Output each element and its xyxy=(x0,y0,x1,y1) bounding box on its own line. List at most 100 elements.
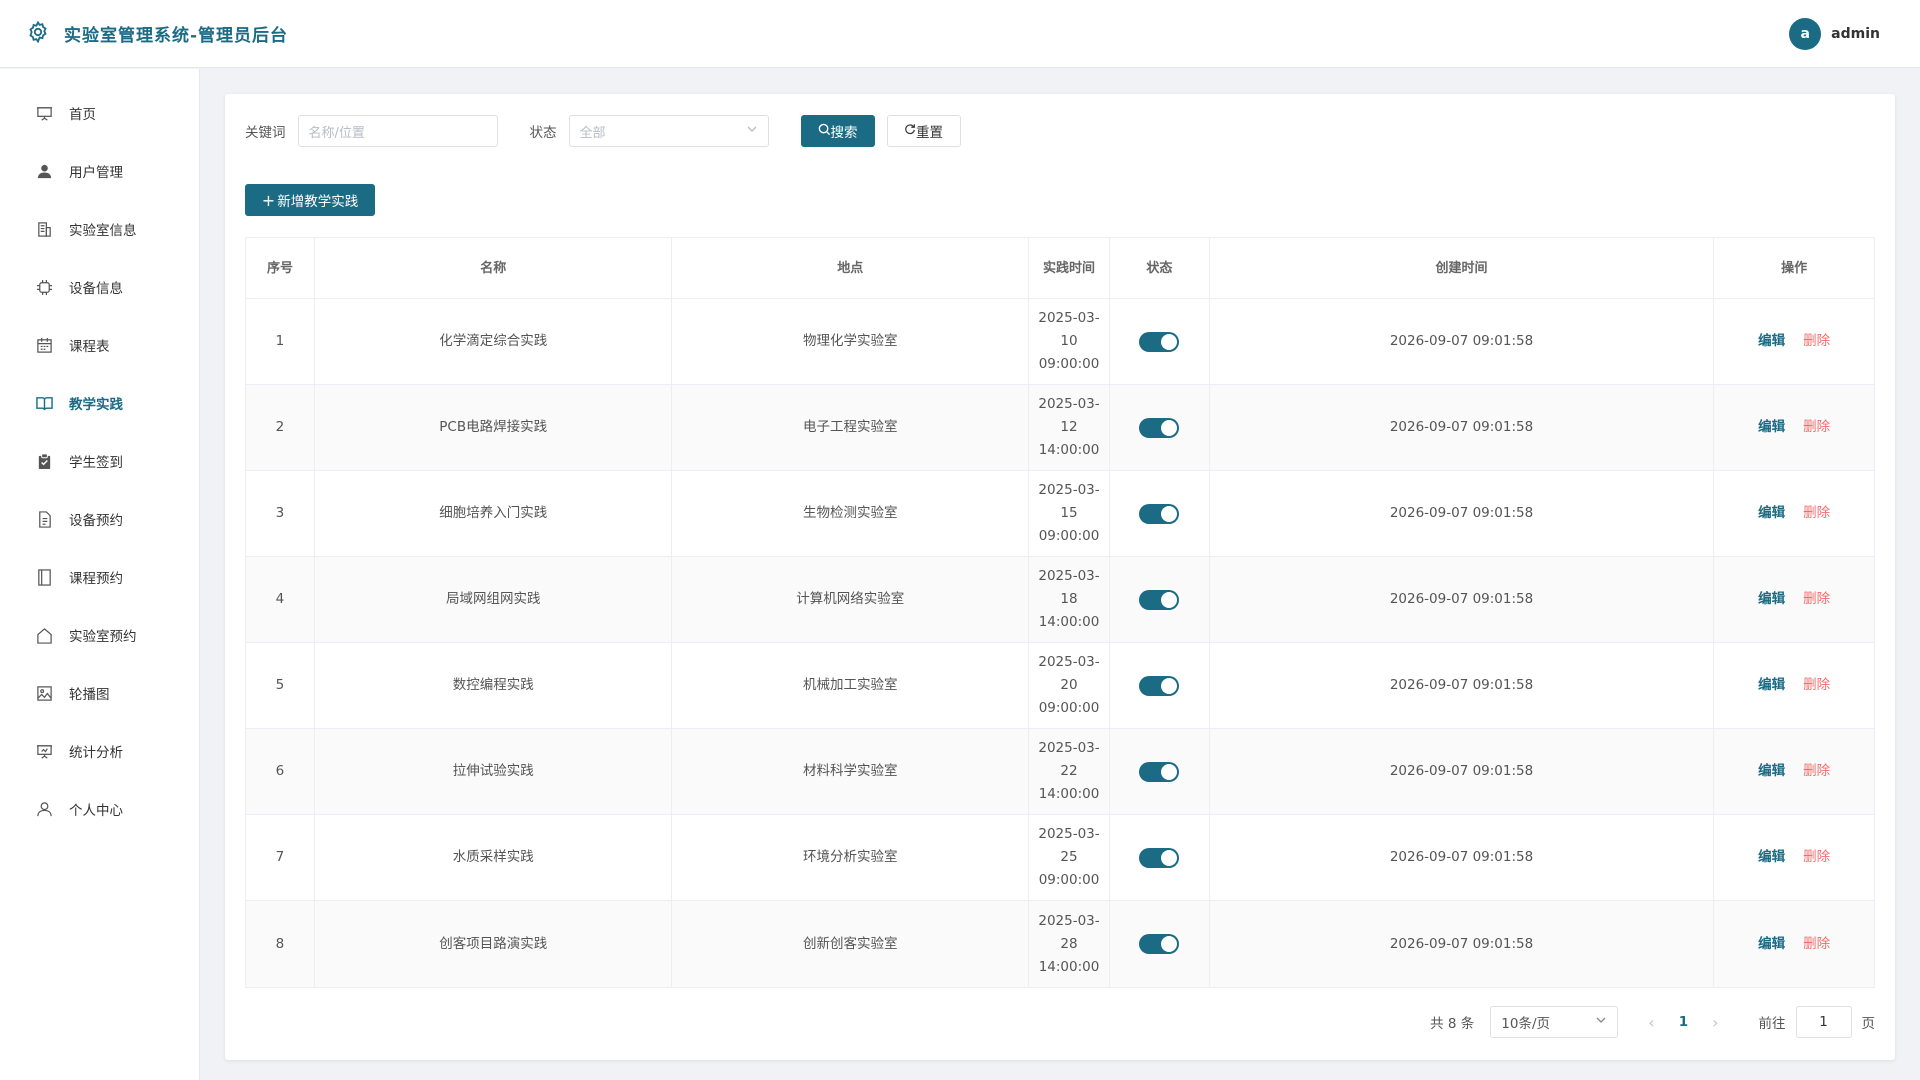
sidebar-item-carousel[interactable]: 轮播图 xyxy=(0,673,199,713)
sidebar-item-course-booking[interactable]: 课程预约 xyxy=(0,557,199,597)
column-header-status[interactable]: 状态 xyxy=(1110,238,1210,298)
row-actions: 编辑 删除 xyxy=(1714,471,1874,556)
row-time: 2025-03-10 09:00:00 xyxy=(1029,299,1110,384)
column-header-time[interactable]: 实践时间 xyxy=(1029,238,1110,298)
delete-link[interactable]: 删除 xyxy=(1803,933,1830,956)
table-row: 6 拉伸试验实践 材料科学实验室 2025-03-22 14:00:00 202… xyxy=(246,729,1874,815)
row-index: 4 xyxy=(246,557,315,642)
row-index: 8 xyxy=(246,901,315,987)
keyword-label: 关键词 xyxy=(245,125,286,141)
edit-link[interactable]: 编辑 xyxy=(1758,588,1785,611)
user-menu[interactable]: a admin xyxy=(1789,18,1880,50)
delete-link[interactable]: 删除 xyxy=(1803,588,1830,611)
page-size-select[interactable]: 10条/页 xyxy=(1490,1006,1619,1038)
sidebar-item-device-booking[interactable]: 设备预约 xyxy=(0,499,199,539)
sidebar-item-lab-info[interactable]: 实验室信息 xyxy=(0,209,199,249)
row-place: 机械加工实验室 xyxy=(672,643,1030,728)
edit-link[interactable]: 编辑 xyxy=(1758,416,1785,439)
plus-icon: + xyxy=(261,190,276,210)
status-toggle[interactable] xyxy=(1139,847,1180,868)
goto-label: 前往 xyxy=(1758,1016,1786,1032)
delete-link[interactable]: 删除 xyxy=(1803,674,1830,697)
sidebar-item-label: 设备信息 xyxy=(69,281,123,297)
status-toggle[interactable] xyxy=(1139,589,1180,610)
document-icon xyxy=(35,510,53,528)
search-icon xyxy=(818,123,831,140)
page-size-value: 10条/页 xyxy=(1501,1016,1551,1032)
table-row: 8 创客项目路演实践 创新创客实验室 2025-03-28 14:00:00 2… xyxy=(246,901,1874,987)
row-status xyxy=(1110,299,1210,384)
keyword-input[interactable]: 名称/位置 xyxy=(297,115,498,147)
gear-icon xyxy=(26,20,50,48)
column-header-place[interactable]: 地点 xyxy=(672,238,1030,298)
delete-link[interactable]: 删除 xyxy=(1803,760,1830,783)
page-suffix: 页 xyxy=(1861,1016,1876,1032)
sidebar-item-label: 用户管理 xyxy=(69,165,123,181)
edit-link[interactable]: 编辑 xyxy=(1758,330,1785,353)
row-actions: 编辑 删除 xyxy=(1714,815,1874,900)
username[interactable]: admin xyxy=(1831,26,1880,42)
sidebar-item-teaching-practice[interactable]: 教学实践 xyxy=(0,383,199,423)
goto-page-input[interactable]: 1 xyxy=(1795,1006,1852,1038)
status-toggle[interactable] xyxy=(1139,761,1180,782)
delete-link[interactable]: 删除 xyxy=(1803,416,1830,439)
row-created: 2026-09-07 09:01:58 xyxy=(1210,643,1715,728)
row-status xyxy=(1110,815,1210,900)
delete-link[interactable]: 删除 xyxy=(1803,502,1830,525)
sidebar-item-users[interactable]: 用户管理 xyxy=(0,151,199,191)
table-row: 7 水质采样实践 环境分析实验室 2025-03-25 09:00:00 202… xyxy=(246,815,1874,901)
table-row: 2 PCB电路焊接实践 电子工程实验室 2025-03-12 14:00:00 … xyxy=(246,385,1874,471)
sidebar-item-devices[interactable]: 设备信息 xyxy=(0,267,199,307)
sidebar-item-lab-booking[interactable]: 实验室预约 xyxy=(0,615,199,655)
column-header-actions[interactable]: 操作 xyxy=(1714,238,1874,298)
sidebar-item-label: 实验室信息 xyxy=(69,223,137,239)
sidebar-item-label: 轮播图 xyxy=(69,687,110,703)
row-created: 2026-09-07 09:01:58 xyxy=(1210,729,1715,814)
edit-link[interactable]: 编辑 xyxy=(1758,674,1785,697)
status-toggle[interactable] xyxy=(1139,934,1180,954)
sidebar-item-schedule[interactable]: 课程表 xyxy=(0,325,199,365)
chevron-down-icon xyxy=(746,123,758,139)
row-place: 生物检测实验室 xyxy=(672,471,1030,556)
row-name: 细胞培养入门实践 xyxy=(315,471,673,556)
sidebar-item-profile[interactable]: 个人中心 xyxy=(0,789,199,829)
picture-icon xyxy=(35,684,53,702)
delete-link[interactable]: 删除 xyxy=(1803,846,1830,869)
avatar[interactable]: a xyxy=(1789,18,1822,50)
brand: 实验室管理系统-管理员后台 xyxy=(26,20,288,48)
sidebar-item-checkin[interactable]: 学生签到 xyxy=(0,441,199,481)
row-place: 物理化学实验室 xyxy=(672,299,1030,384)
add-practice-button[interactable]: + 新增教学实践 xyxy=(245,184,375,216)
status-toggle[interactable] xyxy=(1139,675,1180,696)
status-toggle[interactable] xyxy=(1139,331,1180,352)
page-number[interactable]: 1 xyxy=(1679,1014,1688,1030)
row-created: 2026-09-07 09:01:58 xyxy=(1210,471,1715,556)
row-name: 局域网组网实践 xyxy=(315,557,673,642)
house-icon xyxy=(35,626,53,644)
person-icon xyxy=(35,800,53,818)
status-toggle[interactable] xyxy=(1139,417,1180,438)
delete-link[interactable]: 删除 xyxy=(1803,330,1830,353)
search-button[interactable]: 搜索 xyxy=(800,115,875,147)
column-header-created[interactable]: 创建时间 xyxy=(1210,238,1715,298)
prev-page-button[interactable]: ‹ xyxy=(1648,1013,1654,1032)
status-toggle[interactable] xyxy=(1139,503,1180,524)
sidebar-item-label: 课程表 xyxy=(69,339,110,355)
status-select[interactable]: 全部 xyxy=(568,115,769,147)
goto-page-value: 1 xyxy=(1819,1014,1828,1030)
edit-link[interactable]: 编辑 xyxy=(1758,846,1785,869)
edit-link[interactable]: 编辑 xyxy=(1758,502,1785,525)
sidebar-item-statistics[interactable]: 统计分析 xyxy=(0,731,199,771)
row-status xyxy=(1110,385,1210,470)
next-page-button[interactable]: › xyxy=(1712,1013,1718,1032)
column-header-index[interactable]: 序号 xyxy=(246,238,315,298)
column-header-name[interactable]: 名称 xyxy=(315,238,673,298)
row-actions: 编辑 删除 xyxy=(1714,643,1874,728)
sidebar-item-home[interactable]: 首页 xyxy=(0,93,199,133)
reset-button[interactable]: 重置 xyxy=(886,115,961,147)
sidebar-item-label: 首页 xyxy=(69,107,96,123)
edit-link[interactable]: 编辑 xyxy=(1758,933,1785,956)
row-created: 2026-09-07 09:01:58 xyxy=(1210,901,1715,987)
row-status xyxy=(1110,643,1210,728)
edit-link[interactable]: 编辑 xyxy=(1758,760,1785,783)
